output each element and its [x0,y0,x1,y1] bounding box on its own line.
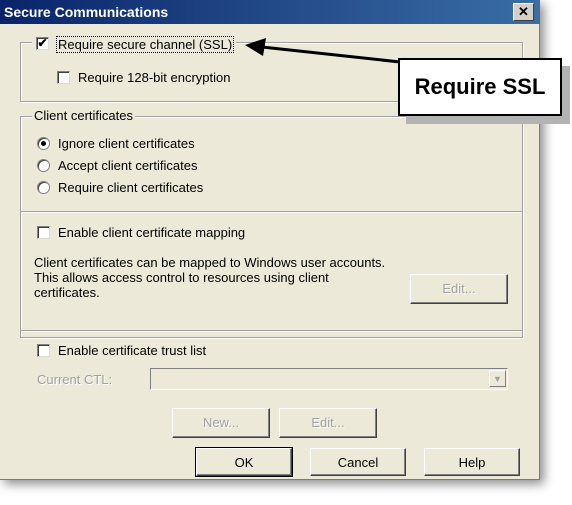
callout-arrow [245,38,401,64]
